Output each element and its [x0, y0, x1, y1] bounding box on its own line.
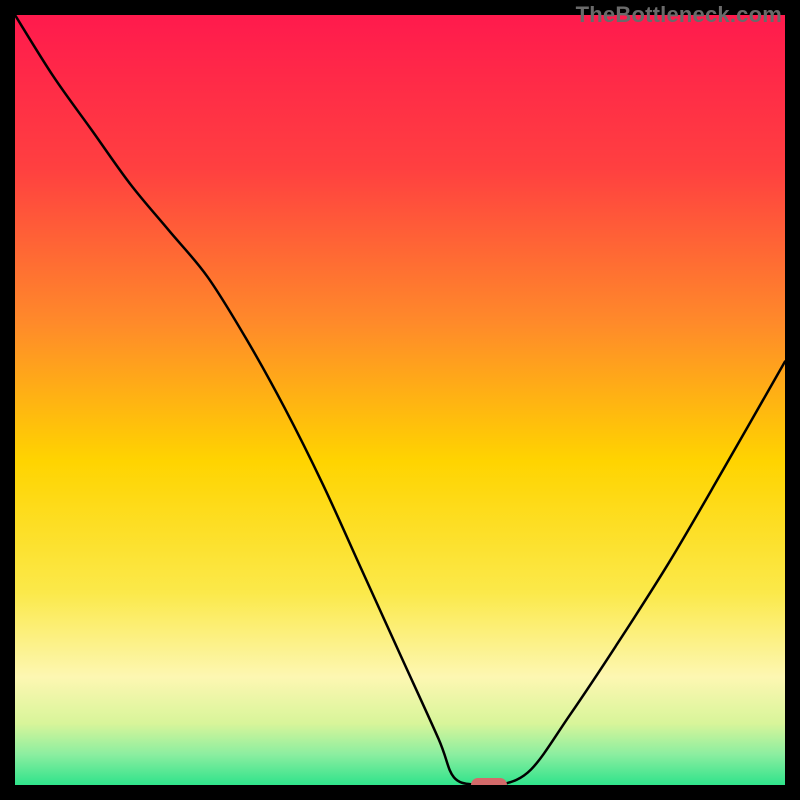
chart-svg — [15, 15, 785, 785]
watermark-text: TheBottleneck.com — [576, 2, 782, 28]
chart-background — [15, 15, 785, 785]
optimum-marker — [471, 778, 507, 785]
chart-plot-area — [15, 15, 785, 785]
chart-frame: TheBottleneck.com — [0, 0, 800, 800]
